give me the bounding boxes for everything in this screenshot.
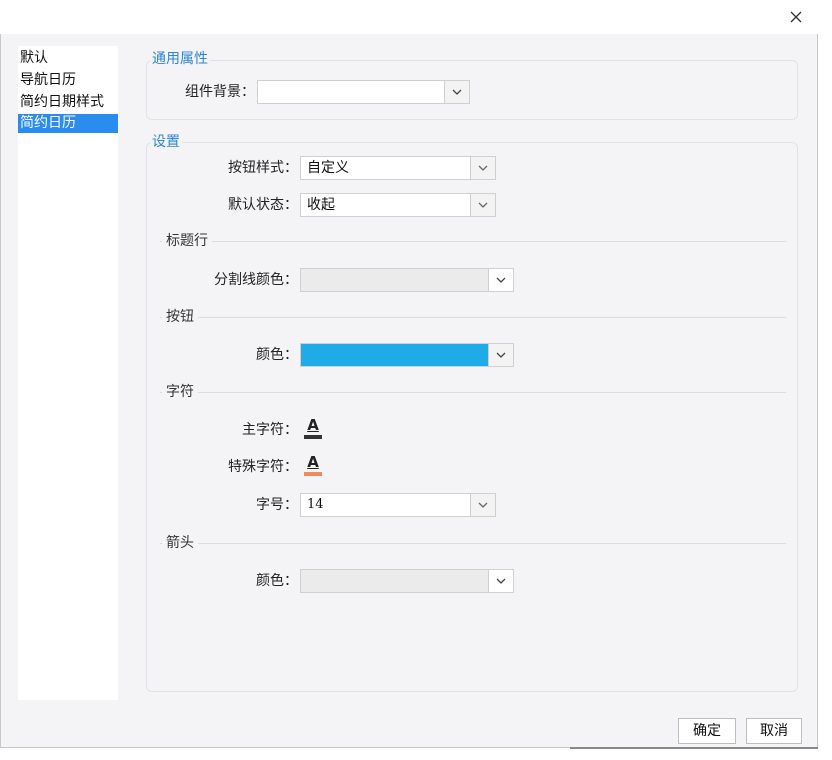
sidebar-item-nav-calendar[interactable]: 导航日历 (18, 71, 118, 90)
settings-panel (146, 142, 798, 692)
font-size-value: 14 (307, 497, 324, 512)
divider-color-label: 分割线颜色： (214, 272, 298, 288)
chevron-down-icon[interactable] (488, 570, 513, 592)
chevron-down-icon[interactable] (488, 344, 513, 366)
button-style-select[interactable]: 自定义 (300, 156, 496, 180)
close-icon (790, 11, 802, 23)
cancel-button[interactable]: 取消 (746, 718, 802, 744)
button-heading: 按钮 (162, 308, 198, 326)
window-shadow-edge (570, 747, 818, 749)
sidebar-item-default[interactable]: 默认 (18, 49, 118, 68)
sidebar-item-simple-calendar[interactable]: 简约日历 (18, 114, 118, 133)
arrow-heading: 箭头 (162, 534, 198, 552)
title-row-divider (160, 241, 786, 242)
ok-button[interactable]: 确定 (678, 718, 736, 744)
settings-title: 设置 (150, 133, 182, 151)
title-bar (0, 0, 818, 34)
special-char-label: 特殊字符： (228, 459, 298, 475)
font-color-icon: A (307, 453, 319, 471)
chevron-down-icon[interactable] (470, 157, 495, 179)
close-button[interactable] (785, 6, 807, 28)
font-color-icon: A (307, 416, 319, 434)
chevron-down-icon[interactable] (488, 269, 513, 291)
button-color-label: 颜色： (256, 347, 298, 363)
button-color-select[interactable] (300, 343, 514, 367)
arrow-divider (160, 543, 786, 544)
chevron-down-icon[interactable] (470, 194, 495, 216)
default-state-select[interactable]: 收起 (300, 193, 496, 217)
button-color-swatch (301, 344, 488, 366)
divider-color-select[interactable] (300, 268, 514, 292)
title-row-heading: 标题行 (162, 232, 212, 250)
default-state-label: 默认状态： (228, 197, 298, 213)
chevron-down-icon[interactable] (444, 81, 469, 103)
button-style-value: 自定义 (307, 160, 349, 176)
chars-divider (160, 392, 786, 393)
special-char-font-color-button[interactable]: A (302, 455, 324, 477)
background-label: 组件背景： (185, 84, 255, 100)
chars-heading: 字符 (162, 383, 198, 401)
chevron-down-icon[interactable] (470, 494, 495, 516)
arrow-color-select[interactable] (300, 569, 514, 593)
font-size-select[interactable]: 14 (300, 493, 496, 517)
general-title: 通用属性 (150, 50, 210, 68)
sidebar: 默认 导航日历 简约日期样式 简约日历 (18, 46, 118, 700)
background-select[interactable] (257, 80, 470, 104)
button-style-label: 按钮样式： (228, 160, 298, 176)
main-char-label: 主字符： (242, 422, 298, 438)
main-char-font-color-button[interactable]: A (302, 418, 324, 440)
default-state-value: 收起 (307, 197, 335, 213)
sidebar-item-simple-date-style[interactable]: 简约日期样式 (18, 93, 118, 112)
font-size-label: 字号： (256, 497, 298, 513)
arrow-color-label: 颜色： (256, 573, 298, 589)
button-divider (160, 317, 786, 318)
